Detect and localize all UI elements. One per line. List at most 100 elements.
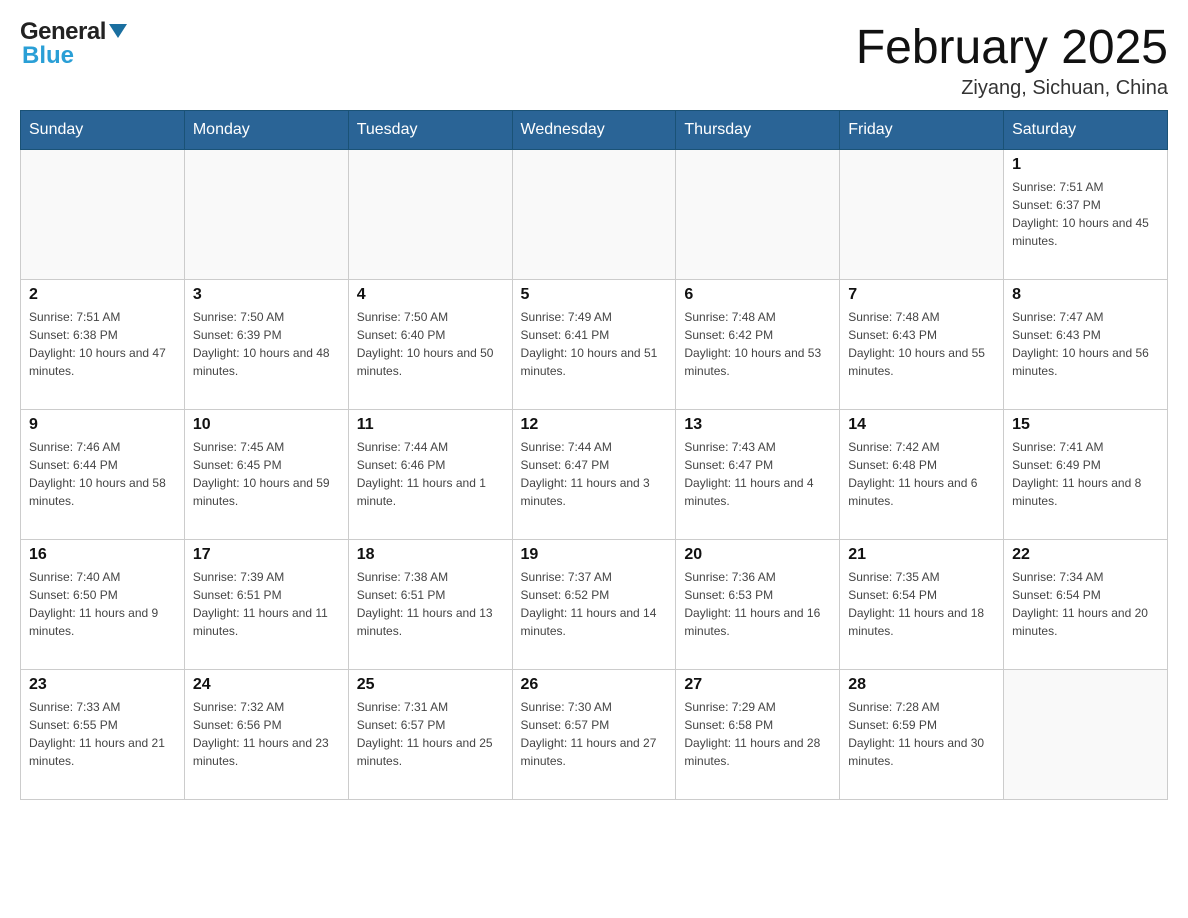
table-row: 10 Sunrise: 7:45 AM Sunset: 6:45 PM Dayl… <box>184 410 348 540</box>
day-number: 6 <box>684 286 831 304</box>
title-block: February 2025 Ziyang, Sichuan, China <box>856 20 1168 100</box>
table-row: 26 Sunrise: 7:30 AM Sunset: 6:57 PM Dayl… <box>512 670 676 800</box>
day-number: 3 <box>193 286 340 304</box>
location-text: Ziyang, Sichuan, China <box>856 77 1168 100</box>
day-info: Sunrise: 7:50 AM Sunset: 6:39 PM Dayligh… <box>193 308 340 380</box>
day-number: 18 <box>357 546 504 564</box>
table-row: 24 Sunrise: 7:32 AM Sunset: 6:56 PM Dayl… <box>184 670 348 800</box>
table-row: 9 Sunrise: 7:46 AM Sunset: 6:44 PM Dayli… <box>21 410 185 540</box>
table-row: 2 Sunrise: 7:51 AM Sunset: 6:38 PM Dayli… <box>21 280 185 410</box>
day-info: Sunrise: 7:34 AM Sunset: 6:54 PM Dayligh… <box>1012 568 1159 640</box>
day-info: Sunrise: 7:35 AM Sunset: 6:54 PM Dayligh… <box>848 568 995 640</box>
table-row: 21 Sunrise: 7:35 AM Sunset: 6:54 PM Dayl… <box>840 540 1004 670</box>
day-number: 25 <box>357 676 504 694</box>
calendar-week-row: 9 Sunrise: 7:46 AM Sunset: 6:44 PM Dayli… <box>21 410 1168 540</box>
header-tuesday: Tuesday <box>348 111 512 150</box>
day-number: 17 <box>193 546 340 564</box>
day-info: Sunrise: 7:51 AM Sunset: 6:37 PM Dayligh… <box>1012 178 1159 250</box>
calendar-week-row: 2 Sunrise: 7:51 AM Sunset: 6:38 PM Dayli… <box>21 280 1168 410</box>
logo: General Blue <box>20 20 127 68</box>
day-info: Sunrise: 7:44 AM Sunset: 6:46 PM Dayligh… <box>357 438 504 510</box>
day-number: 28 <box>848 676 995 694</box>
month-title: February 2025 <box>856 20 1168 75</box>
logo-blue-text: Blue <box>22 44 127 68</box>
header-sunday: Sunday <box>21 111 185 150</box>
day-number: 22 <box>1012 546 1159 564</box>
calendar-week-row: 23 Sunrise: 7:33 AM Sunset: 6:55 PM Dayl… <box>21 670 1168 800</box>
table-row: 12 Sunrise: 7:44 AM Sunset: 6:47 PM Dayl… <box>512 410 676 540</box>
table-row: 8 Sunrise: 7:47 AM Sunset: 6:43 PM Dayli… <box>1004 280 1168 410</box>
day-number: 15 <box>1012 416 1159 434</box>
page-header: General Blue February 2025 Ziyang, Sichu… <box>20 20 1168 100</box>
logo-arrow-icon <box>109 24 127 42</box>
header-thursday: Thursday <box>676 111 840 150</box>
day-number: 27 <box>684 676 831 694</box>
table-row: 6 Sunrise: 7:48 AM Sunset: 6:42 PM Dayli… <box>676 280 840 410</box>
header-saturday: Saturday <box>1004 111 1168 150</box>
table-row <box>348 150 512 280</box>
table-row: 20 Sunrise: 7:36 AM Sunset: 6:53 PM Dayl… <box>676 540 840 670</box>
day-info: Sunrise: 7:50 AM Sunset: 6:40 PM Dayligh… <box>357 308 504 380</box>
table-row <box>676 150 840 280</box>
day-number: 10 <box>193 416 340 434</box>
table-row <box>184 150 348 280</box>
day-number: 12 <box>521 416 668 434</box>
table-row: 28 Sunrise: 7:28 AM Sunset: 6:59 PM Dayl… <box>840 670 1004 800</box>
table-row: 3 Sunrise: 7:50 AM Sunset: 6:39 PM Dayli… <box>184 280 348 410</box>
table-row <box>512 150 676 280</box>
table-row: 4 Sunrise: 7:50 AM Sunset: 6:40 PM Dayli… <box>348 280 512 410</box>
calendar-week-row: 1 Sunrise: 7:51 AM Sunset: 6:37 PM Dayli… <box>21 150 1168 280</box>
table-row: 5 Sunrise: 7:49 AM Sunset: 6:41 PM Dayli… <box>512 280 676 410</box>
day-info: Sunrise: 7:36 AM Sunset: 6:53 PM Dayligh… <box>684 568 831 640</box>
day-info: Sunrise: 7:42 AM Sunset: 6:48 PM Dayligh… <box>848 438 995 510</box>
day-info: Sunrise: 7:40 AM Sunset: 6:50 PM Dayligh… <box>29 568 176 640</box>
table-row: 22 Sunrise: 7:34 AM Sunset: 6:54 PM Dayl… <box>1004 540 1168 670</box>
day-number: 23 <box>29 676 176 694</box>
calendar-header-row: Sunday Monday Tuesday Wednesday Thursday… <box>21 111 1168 150</box>
day-info: Sunrise: 7:33 AM Sunset: 6:55 PM Dayligh… <box>29 698 176 770</box>
day-number: 7 <box>848 286 995 304</box>
table-row: 25 Sunrise: 7:31 AM Sunset: 6:57 PM Dayl… <box>348 670 512 800</box>
day-number: 5 <box>521 286 668 304</box>
calendar-table: Sunday Monday Tuesday Wednesday Thursday… <box>20 110 1168 800</box>
day-number: 13 <box>684 416 831 434</box>
day-info: Sunrise: 7:49 AM Sunset: 6:41 PM Dayligh… <box>521 308 668 380</box>
day-number: 1 <box>1012 156 1159 174</box>
day-info: Sunrise: 7:37 AM Sunset: 6:52 PM Dayligh… <box>521 568 668 640</box>
table-row: 11 Sunrise: 7:44 AM Sunset: 6:46 PM Dayl… <box>348 410 512 540</box>
table-row: 17 Sunrise: 7:39 AM Sunset: 6:51 PM Dayl… <box>184 540 348 670</box>
calendar-week-row: 16 Sunrise: 7:40 AM Sunset: 6:50 PM Dayl… <box>21 540 1168 670</box>
day-number: 20 <box>684 546 831 564</box>
table-row: 18 Sunrise: 7:38 AM Sunset: 6:51 PM Dayl… <box>348 540 512 670</box>
day-info: Sunrise: 7:31 AM Sunset: 6:57 PM Dayligh… <box>357 698 504 770</box>
table-row <box>21 150 185 280</box>
table-row <box>1004 670 1168 800</box>
logo-general-text: General <box>20 20 106 44</box>
day-info: Sunrise: 7:28 AM Sunset: 6:59 PM Dayligh… <box>848 698 995 770</box>
header-friday: Friday <box>840 111 1004 150</box>
table-row: 7 Sunrise: 7:48 AM Sunset: 6:43 PM Dayli… <box>840 280 1004 410</box>
day-info: Sunrise: 7:38 AM Sunset: 6:51 PM Dayligh… <box>357 568 504 640</box>
table-row: 14 Sunrise: 7:42 AM Sunset: 6:48 PM Dayl… <box>840 410 1004 540</box>
table-row <box>840 150 1004 280</box>
day-info: Sunrise: 7:29 AM Sunset: 6:58 PM Dayligh… <box>684 698 831 770</box>
day-info: Sunrise: 7:45 AM Sunset: 6:45 PM Dayligh… <box>193 438 340 510</box>
day-info: Sunrise: 7:47 AM Sunset: 6:43 PM Dayligh… <box>1012 308 1159 380</box>
day-info: Sunrise: 7:48 AM Sunset: 6:43 PM Dayligh… <box>848 308 995 380</box>
table-row: 15 Sunrise: 7:41 AM Sunset: 6:49 PM Dayl… <box>1004 410 1168 540</box>
table-row: 23 Sunrise: 7:33 AM Sunset: 6:55 PM Dayl… <box>21 670 185 800</box>
day-number: 26 <box>521 676 668 694</box>
day-number: 24 <box>193 676 340 694</box>
table-row: 16 Sunrise: 7:40 AM Sunset: 6:50 PM Dayl… <box>21 540 185 670</box>
table-row: 1 Sunrise: 7:51 AM Sunset: 6:37 PM Dayli… <box>1004 150 1168 280</box>
day-info: Sunrise: 7:51 AM Sunset: 6:38 PM Dayligh… <box>29 308 176 380</box>
day-number: 19 <box>521 546 668 564</box>
day-info: Sunrise: 7:39 AM Sunset: 6:51 PM Dayligh… <box>193 568 340 640</box>
day-info: Sunrise: 7:41 AM Sunset: 6:49 PM Dayligh… <box>1012 438 1159 510</box>
day-number: 8 <box>1012 286 1159 304</box>
table-row: 19 Sunrise: 7:37 AM Sunset: 6:52 PM Dayl… <box>512 540 676 670</box>
day-number: 21 <box>848 546 995 564</box>
header-monday: Monday <box>184 111 348 150</box>
day-number: 2 <box>29 286 176 304</box>
day-info: Sunrise: 7:32 AM Sunset: 6:56 PM Dayligh… <box>193 698 340 770</box>
